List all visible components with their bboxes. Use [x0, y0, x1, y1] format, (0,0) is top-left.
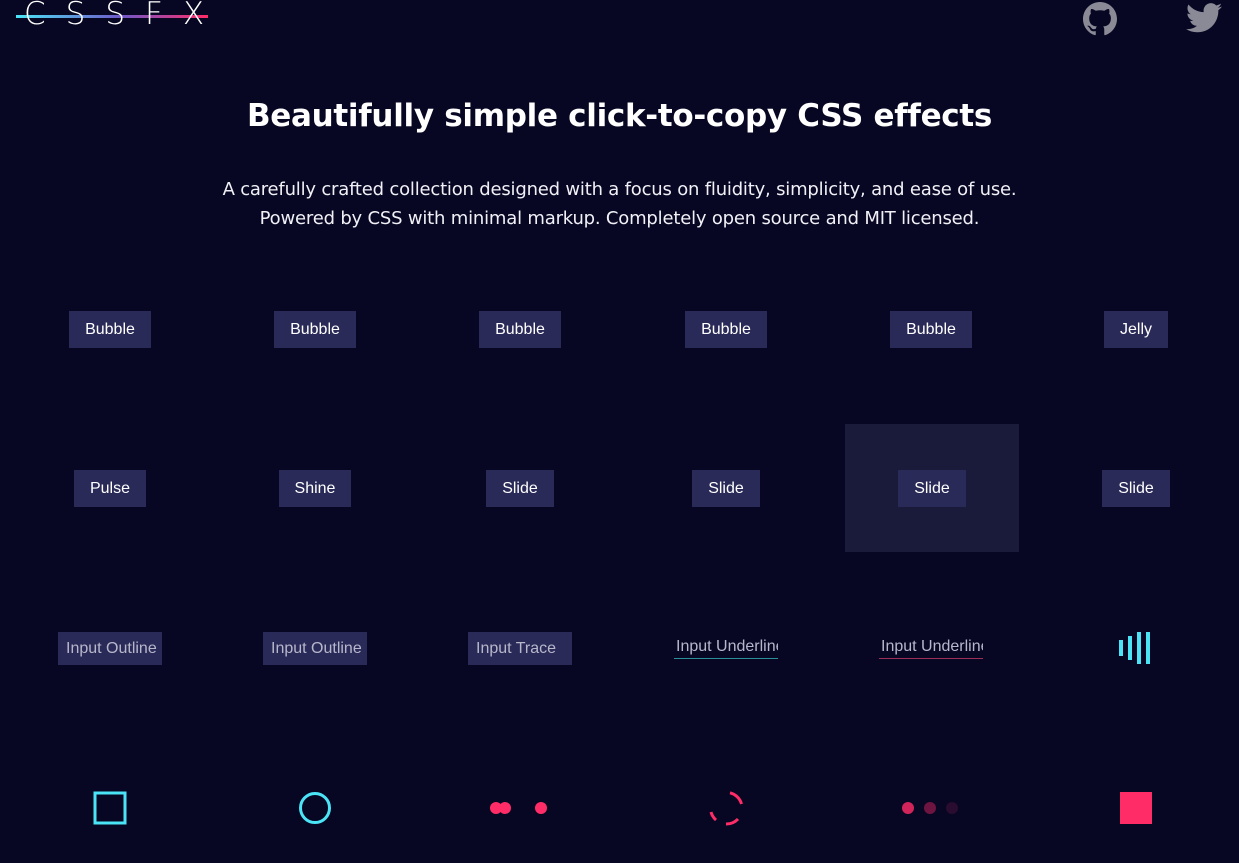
logo-text: CSSFX [24, 0, 225, 32]
circle-loader-icon [299, 792, 331, 824]
effect-cell[interactable] [23, 744, 197, 863]
subtitle-line-1: A carefully crafted collection designed … [222, 179, 1017, 200]
effect-cell[interactable]: Input Underline [844, 584, 1018, 712]
effect-cell[interactable] [1049, 744, 1223, 863]
dots-bounce-loader-icon [490, 802, 547, 814]
bubble-button[interactable]: Bubble [685, 310, 767, 348]
bubble-button[interactable]: Bubble [479, 310, 561, 348]
effect-cell[interactable] [1049, 584, 1223, 712]
effect-cell[interactable]: Shine [228, 424, 402, 552]
effect-cell[interactable]: Pulse [23, 424, 197, 552]
pulse-button[interactable]: Pulse [73, 469, 147, 507]
logo[interactable]: CSSFX [16, 0, 208, 40]
dots-fade-loader-icon [902, 802, 958, 814]
effect-cell[interactable]: Slide [1049, 424, 1223, 552]
effect-cell[interactable]: Jelly [1049, 265, 1223, 393]
subtitle-line-2: Powered by CSS with minimal markup. Comp… [259, 208, 980, 229]
github-icon[interactable] [1083, 2, 1117, 36]
slide-button[interactable]: Slide [692, 469, 760, 507]
slide-button[interactable]: Slide [486, 469, 554, 507]
slide-button[interactable]: Slide [898, 469, 966, 507]
input-outline-field[interactable]: Input Outline [58, 631, 162, 665]
effect-cell[interactable]: Slide [433, 424, 607, 552]
effect-cell[interactable]: Input Outline [228, 584, 402, 712]
bubble-button[interactable]: Bubble [69, 310, 151, 348]
effect-cell[interactable]: Input Underline [639, 584, 813, 712]
input-trace-field[interactable]: Input Trace [468, 631, 572, 665]
page-title: Beautifully simple click-to-copy CSS eff… [246, 98, 993, 134]
input-outline-field[interactable]: Input Outline [263, 631, 367, 665]
effect-cell[interactable]: Bubble [844, 265, 1018, 393]
effect-cell[interactable]: Bubble [228, 265, 402, 393]
effect-cell[interactable]: Bubble [433, 265, 607, 393]
square-loader-icon [93, 791, 127, 825]
input-underline-field[interactable]: Input Underline [674, 637, 778, 659]
effect-cell[interactable]: Input Trace [433, 584, 607, 712]
bubble-button[interactable]: Bubble [274, 310, 356, 348]
effect-cell[interactable]: Input Outline [23, 584, 197, 712]
effect-cell[interactable] [433, 744, 607, 863]
effect-cell[interactable] [844, 744, 1018, 863]
bars-loader-icon [1119, 632, 1150, 664]
jelly-button[interactable]: Jelly [1103, 310, 1168, 348]
twitter-icon[interactable] [1186, 2, 1222, 36]
effect-cell[interactable]: Bubble [23, 265, 197, 393]
effect-cell[interactable]: Slide [639, 424, 813, 552]
page-subtitle: A carefully crafted collection designed … [0, 175, 1239, 233]
bubble-button[interactable]: Bubble [890, 310, 972, 348]
square-fill-loader-icon [1120, 792, 1152, 824]
effect-cell-hovered[interactable]: Slide [845, 424, 1019, 552]
effect-cell[interactable]: Bubble [639, 265, 813, 393]
effect-cell[interactable] [639, 744, 813, 863]
input-underline-field[interactable]: Input Underline [879, 637, 983, 659]
slide-button[interactable]: Slide [1102, 469, 1170, 507]
page: CSSFX Beautifully simple click-to-copy C… [0, 0, 1239, 863]
shine-button[interactable]: Shine [278, 469, 352, 507]
spinner-arc-loader-icon [709, 791, 743, 826]
effect-cell[interactable] [228, 744, 402, 863]
